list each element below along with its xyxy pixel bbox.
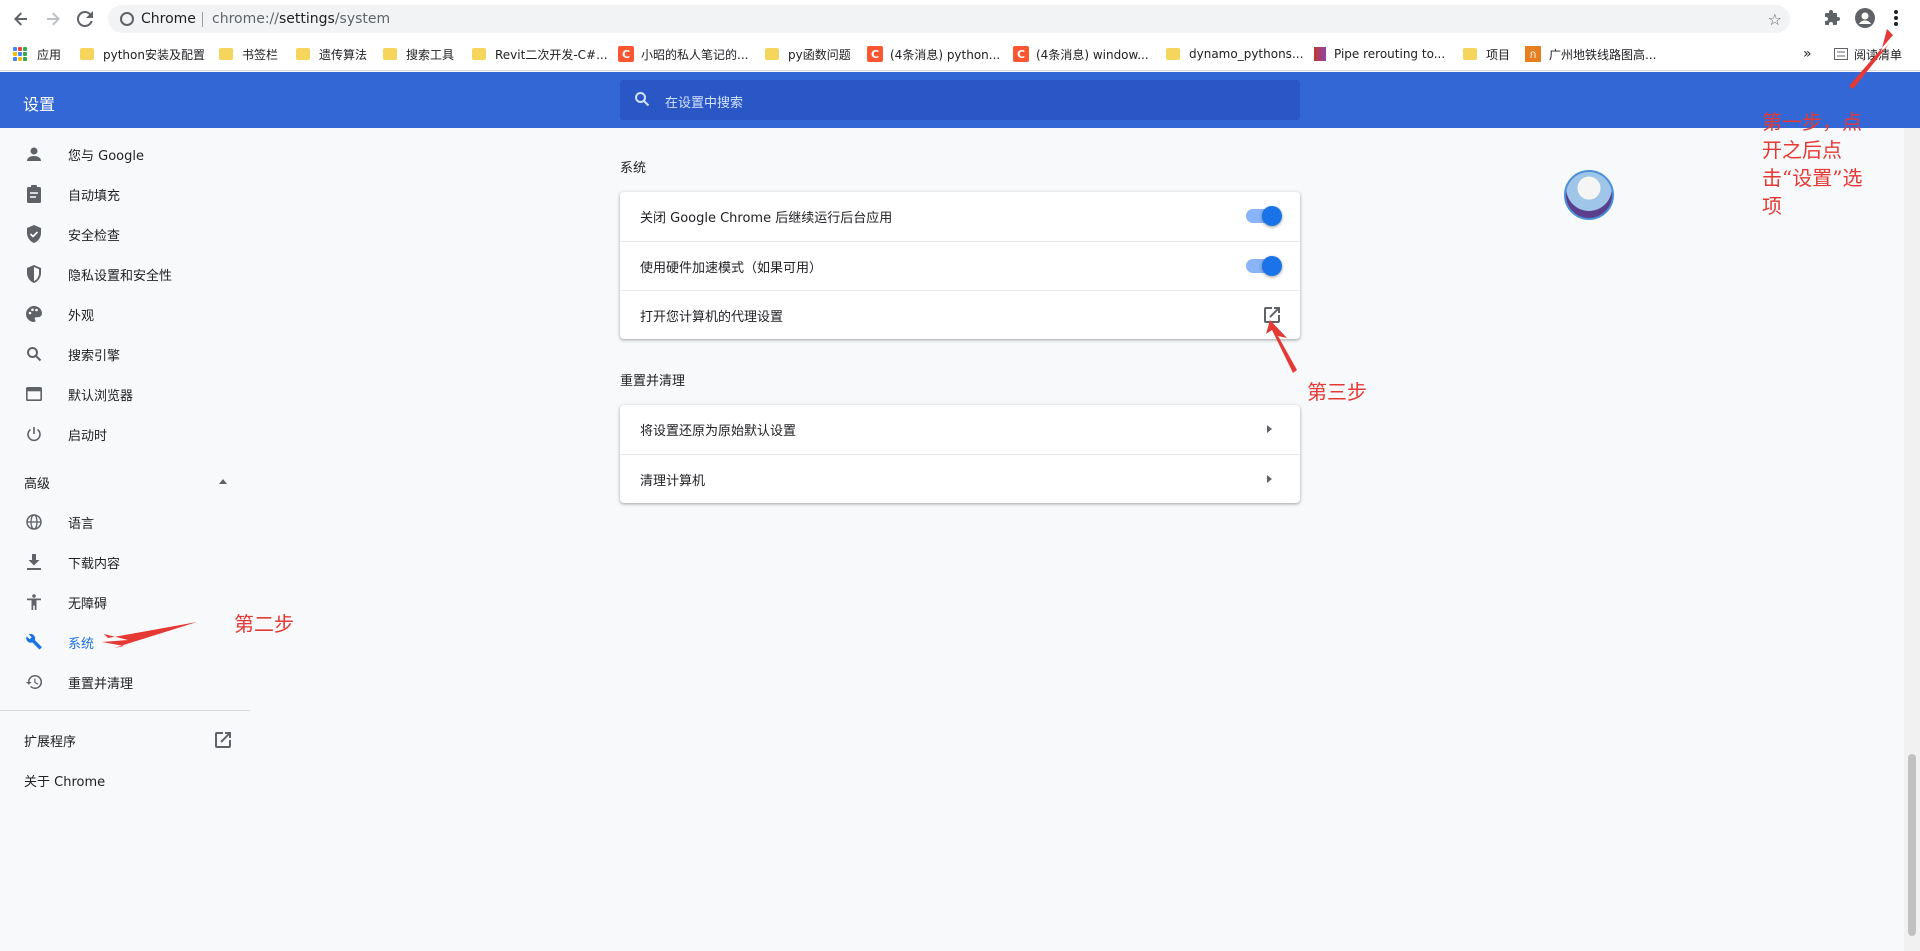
step2-annotation: 第二步: [234, 612, 294, 636]
step1-arrow: [1849, 29, 1897, 89]
step1-annotation: 第一步，点开之后点击“设置”选项: [1762, 110, 1863, 218]
annotation-arrows: [102, 29, 1897, 648]
step3-annotation: 第三步: [1307, 380, 1367, 404]
step2-arrow: [102, 622, 197, 648]
step3-arrow: [1266, 320, 1297, 373]
